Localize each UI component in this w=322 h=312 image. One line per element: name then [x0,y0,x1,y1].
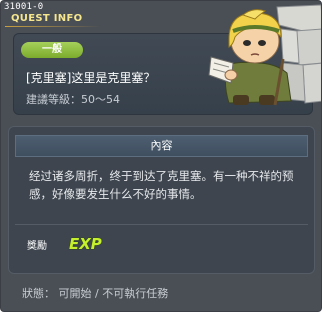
npc-portrait-icon [208,4,321,106]
status-bar: 狀態： 可開始 / 不可執行任務 [1,279,321,311]
exp-icon[interactable]: EXP [68,234,104,252]
reward-label: 獎勵 [27,241,47,252]
quest-title: [克里塞]这里是克里塞？ [26,71,156,85]
quest-status: 狀態： 可開始 / 不可執行任務 [22,287,169,300]
title-underline [5,26,101,27]
quest-info-window: 31001-0 QUEST INFO 一般 [克里塞]这里是克里塞？ 建議等級：… [0,0,322,312]
window-title: QUEST INFO [11,13,83,24]
quest-id: 31001-0 [4,2,44,12]
exp-icon-text: EXP [69,235,102,252]
quest-description: 经过诸多周折，终于到达了克里塞。有一种不祥的预感，好像要发生什么不好的事情。 [29,169,294,201]
reward-row: 獎勵 EXP [15,224,308,265]
category-badge: 一般 [21,42,83,58]
title-bar[interactable]: QUEST INFO [5,13,225,27]
recommended-level: 建議等級：50～54 [26,93,120,106]
content-card: 內容 经过诸多周折，终于到达了克里塞。有一种不祥的预感，好像要发生什么不好的事情… [8,126,315,274]
content-header: 內容 [15,135,308,157]
